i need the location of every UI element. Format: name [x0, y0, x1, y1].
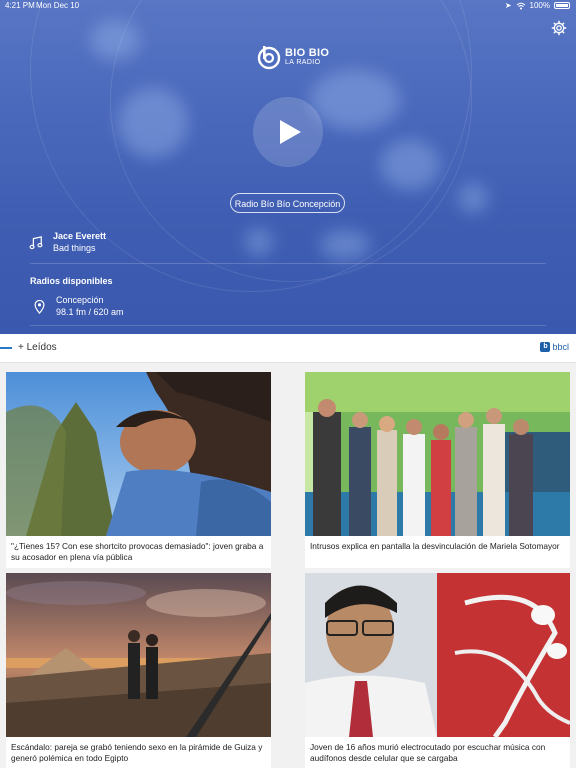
biobio-logo: BIO BIO LA RADIO: [256, 44, 329, 70]
player-hero: BIO BIO LA RADIO Radio Bío Bío Concepció…: [0, 0, 576, 334]
play-icon: [280, 120, 301, 144]
articles-grid: "¿Tienes 15? Con ese shortcito provocas …: [0, 363, 576, 768]
bbcl-logo-icon: b: [540, 342, 551, 352]
section-indicator: [0, 347, 12, 349]
article-thumbnail: [305, 573, 570, 737]
article-thumbnail: [6, 573, 271, 737]
background-blob: [310, 70, 400, 130]
divider: [30, 325, 546, 326]
article-card[interactable]: Escándalo: pareja se grabó teniendo sexo…: [6, 573, 271, 768]
brand-line1: BIO BIO: [285, 47, 330, 59]
background-blob: [380, 140, 440, 190]
now-playing-track: Bad things: [53, 243, 96, 253]
status-bar: 4:21 PM Mon Dec 10 ➤ 100%: [0, 0, 576, 12]
background-blob: [458, 183, 488, 213]
location-pin-icon: [34, 300, 45, 314]
article-card[interactable]: Joven de 16 años murió electrocutado por…: [305, 573, 570, 768]
station-select-button[interactable]: Radio Bío Bío Concepción: [230, 193, 345, 213]
radio-item-frequency[interactable]: 98.1 fm / 620 am: [56, 307, 124, 317]
status-date: Mon Dec 10: [36, 1, 80, 10]
most-read-header: + Leídos b bbcl: [0, 334, 576, 363]
battery-icon: [554, 2, 570, 9]
music-note-icon: [29, 236, 43, 250]
article-headline[interactable]: Escándalo: pareja se grabó teniendo sexo…: [11, 742, 267, 763]
now-playing-artist: Jace Everett: [53, 231, 107, 241]
article-card[interactable]: Intrusos explica en pantalla la desvincu…: [305, 372, 570, 568]
article-headline[interactable]: "¿Tienes 15? Con ese shortcito provocas …: [11, 541, 267, 562]
bbcl-label: bbcl: [552, 342, 569, 352]
bbcl-source: b bbcl: [540, 342, 569, 352]
background-blob: [118, 88, 188, 158]
article-thumbnail: [6, 372, 271, 536]
article-thumbnail: [305, 372, 570, 536]
section-title[interactable]: + Leídos: [18, 342, 57, 353]
radios-title: Radios disponibles: [30, 276, 113, 286]
status-battery-percent: 100%: [529, 1, 550, 10]
radio-item-city[interactable]: Concepción: [56, 295, 104, 305]
divider: [30, 263, 546, 264]
article-card[interactable]: "¿Tienes 15? Con ese shortcito provocas …: [6, 372, 271, 568]
article-headline[interactable]: Joven de 16 años murió electrocutado por…: [310, 742, 566, 763]
background-blob: [245, 228, 273, 256]
article-headline[interactable]: Intrusos explica en pantalla la desvincu…: [310, 541, 566, 552]
brand-line2: LA RADIO: [285, 59, 321, 66]
status-time: 4:21 PM: [5, 1, 35, 10]
wifi-icon: [516, 2, 525, 9]
biobio-logo-icon: [257, 46, 281, 70]
background-blob: [320, 230, 370, 260]
location-arrow-icon: ➤: [504, 1, 512, 10]
play-button[interactable]: [253, 97, 323, 167]
gear-icon[interactable]: [551, 20, 567, 36]
background-blob: [90, 20, 140, 60]
